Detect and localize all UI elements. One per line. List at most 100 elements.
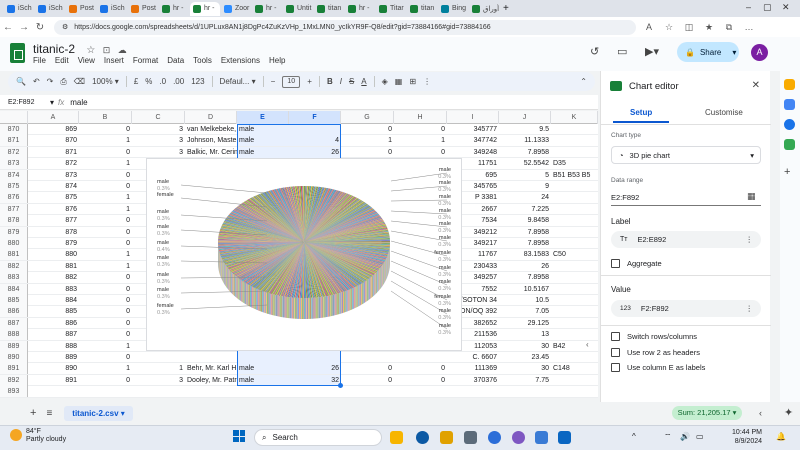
draw-app-icon[interactable] <box>535 431 548 444</box>
cell-j[interactable]: 30 <box>499 363 551 374</box>
address-bar[interactable]: ⚙ https://docs.google.com/spreadsheets/d… <box>54 19 636 35</box>
cell-b[interactable]: 0 <box>79 375 132 386</box>
cell-i[interactable]: 349248 <box>447 147 499 158</box>
menu-item-data[interactable]: Data <box>167 56 184 65</box>
menu-item-tools[interactable]: Tools <box>193 56 212 65</box>
column-header-h[interactable]: H <box>394 111 447 124</box>
decrease-decimal-button[interactable]: .0 <box>159 77 166 86</box>
cell-k[interactable] <box>551 329 598 340</box>
edge-icon[interactable] <box>416 431 429 444</box>
menu-item-file[interactable]: File <box>33 56 46 65</box>
browser-tab[interactable]: titan <box>314 2 344 16</box>
print-icon[interactable]: ⎙ <box>60 77 66 87</box>
redo-icon[interactable]: ↷ <box>47 77 54 86</box>
fill-color-icon[interactable]: ◈ <box>382 77 388 86</box>
browser-tab[interactable]: iSch <box>97 2 127 16</box>
cell-b[interactable] <box>79 386 132 397</box>
cell-b[interactable]: 1 <box>79 192 132 203</box>
cell-b[interactable]: 0 <box>79 215 132 226</box>
cell-h[interactable]: 0 <box>394 375 447 386</box>
cell-j[interactable]: 7.225 <box>499 204 551 215</box>
weather-widget[interactable]: 84°F Partly cloudy <box>26 428 66 444</box>
avatar[interactable]: A <box>751 44 768 61</box>
formula-input[interactable]: male <box>70 98 87 107</box>
menu-item-extensions[interactable]: Extensions <box>221 56 260 65</box>
collections-icon[interactable]: ⧉ <box>722 22 736 33</box>
cell-a[interactable]: 879 <box>28 238 79 249</box>
cell-k[interactable] <box>551 215 598 226</box>
name-box-dropdown-icon[interactable]: ▾ <box>50 98 54 107</box>
all-sheets-icon[interactable]: ≡ <box>46 408 52 419</box>
cell-a[interactable]: 890 <box>28 363 79 374</box>
row-number[interactable]: 876 <box>0 192 28 204</box>
cell-k[interactable] <box>551 352 598 363</box>
move-folder-icon[interactable]: ⊡ <box>103 45 111 55</box>
row-number[interactable]: 871 <box>0 135 28 147</box>
cell-k[interactable] <box>551 284 598 295</box>
cell-k[interactable] <box>551 135 598 146</box>
cell-j[interactable]: 7.8958 <box>499 147 551 158</box>
cell-b[interactable]: 0 <box>79 295 132 306</box>
column-header-j[interactable]: J <box>499 111 551 124</box>
cell-f[interactable]: 26 <box>289 146 341 158</box>
cell-k[interactable] <box>551 227 598 238</box>
cell-h[interactable]: 0 <box>394 147 447 158</box>
cell-k[interactable] <box>551 261 598 272</box>
cell-j[interactable]: 29.125 <box>499 318 551 329</box>
cloud-status-icon[interactable]: ☁ <box>118 45 127 55</box>
tab-customise[interactable]: Customise <box>705 108 743 117</box>
cell-c[interactable] <box>132 386 185 397</box>
data-range-value[interactable]: E2:F892 <box>611 193 639 202</box>
cell-a[interactable]: 884 <box>28 295 79 306</box>
chart-type-select[interactable]: ◔ 3D pie chart ▾ <box>611 146 761 164</box>
cell-j[interactable]: 7.8958 <box>499 238 551 249</box>
cell-a[interactable]: 882 <box>28 272 79 283</box>
row-number[interactable]: 880 <box>0 238 28 249</box>
browser-tab[interactable]: titan <box>407 2 437 16</box>
cell-g[interactable]: 0 <box>341 147 394 158</box>
cell-j[interactable]: 10.5 <box>499 295 551 306</box>
browser-tab[interactable]: iSch <box>35 2 65 16</box>
contacts-icon[interactable] <box>784 119 795 130</box>
cell-j[interactable]: 9.8458 <box>499 215 551 226</box>
more-options-icon[interactable]: ⋮ <box>746 304 754 313</box>
close-window-icon[interactable]: ✕ <box>782 2 790 13</box>
undo-icon[interactable]: ↶ <box>33 77 40 86</box>
cell-j[interactable]: 9.5 <box>499 124 551 135</box>
cell-j[interactable]: 7.05 <box>499 306 551 317</box>
column-header-c[interactable]: C <box>132 111 185 124</box>
text-color-button[interactable]: A <box>361 77 366 86</box>
strikethrough-button[interactable]: S <box>349 77 354 86</box>
cell-a[interactable]: 877 <box>28 215 79 226</box>
cell-c[interactable] <box>132 352 185 363</box>
start-icon[interactable] <box>233 430 245 442</box>
cell-c[interactable]: 3 <box>132 147 185 158</box>
add-sheet-icon[interactable]: + <box>30 407 36 419</box>
browser-menu-icon[interactable]: … <box>742 22 756 32</box>
meet-icon[interactable]: ▶▾ <box>645 45 659 58</box>
cell-b[interactable]: 0 <box>79 181 132 192</box>
cell-e[interactable]: male <box>237 135 289 147</box>
cell-f[interactable]: 32 <box>289 374 341 386</box>
row-number[interactable]: 878 <box>0 215 28 227</box>
font-select[interactable]: Defaul... ▾ <box>220 77 256 86</box>
cell-d[interactable]: Dooley, Mr. Patr <box>185 375 237 386</box>
cell-g[interactable]: 1 <box>341 135 394 146</box>
borders-icon[interactable]: ▦ <box>395 77 403 86</box>
cell-i[interactable]: 370376 <box>447 375 499 386</box>
minimize-icon[interactable]: – <box>746 2 751 12</box>
switch-rows-columns-checkbox[interactable]: Switch rows/columns <box>611 332 697 341</box>
cell-j[interactable]: 24 <box>499 192 551 203</box>
expand-icon[interactable]: ‹ <box>586 340 589 349</box>
cell-k[interactable] <box>551 204 598 215</box>
cell-i[interactable]: 111369 <box>447 363 499 374</box>
comments-icon[interactable]: ▭ <box>617 45 627 58</box>
cell-b[interactable]: 0 <box>79 318 132 329</box>
cell-j[interactable]: 7.75 <box>499 375 551 386</box>
more-options-icon[interactable]: ⋮ <box>746 235 754 244</box>
number-format-button[interactable]: 123 <box>191 77 204 86</box>
weather-icon[interactable] <box>10 429 22 441</box>
cell-b[interactable]: 0 <box>79 170 132 181</box>
cell-c[interactable]: 1 <box>132 363 185 374</box>
cell-k[interactable] <box>551 181 598 192</box>
